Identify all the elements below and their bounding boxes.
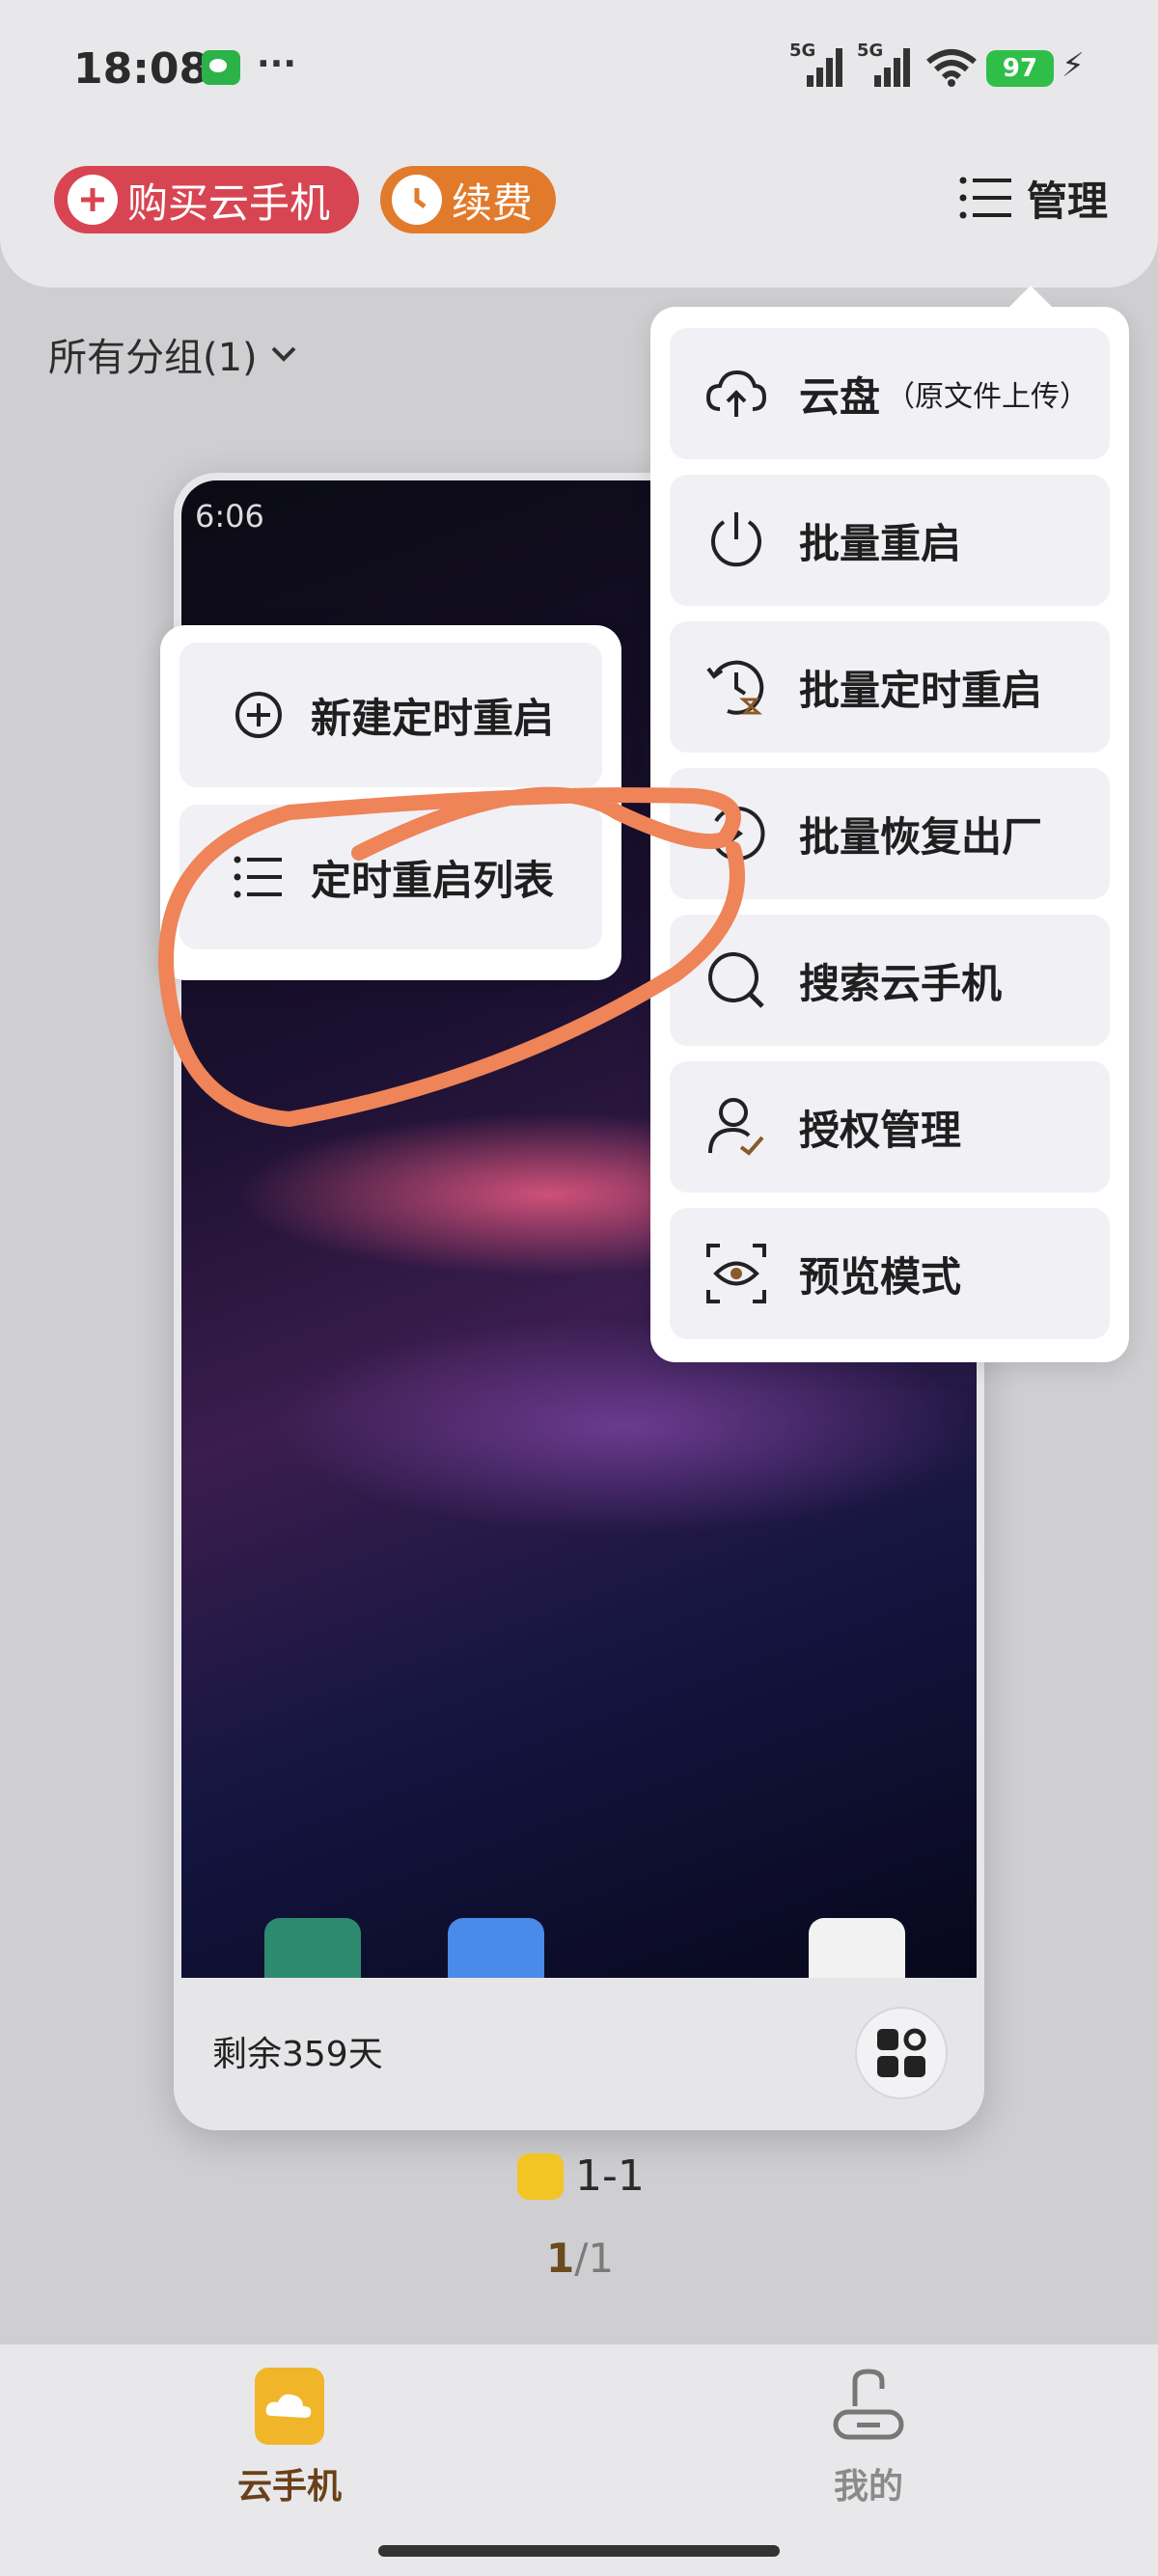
manage-dropdown: 云盘 （原文件上传） 批量重启 批量定时重启 批量恢复出厂 搜索云手机 授权管理… <box>650 286 1129 1362</box>
signal-icon: 5G <box>789 41 847 87</box>
page-indicator: 1/1 <box>546 2234 614 2282</box>
submenu-item-label: 新建定时重启 <box>311 694 555 742</box>
nav-cloud-phone[interactable]: 云手机 <box>193 2368 386 2508</box>
battery-indicator: 97 <box>986 50 1054 87</box>
signal-icon-2: 5G <box>857 41 915 87</box>
header: 18:08 ··· 5G 5G 97 ⚡ 购买云手机 续费 管理 <box>0 0 1158 288</box>
menu-item-label: 搜索云手机 <box>799 959 1003 1007</box>
menu-item-search-cloud-phone[interactable]: 搜索云手机 <box>670 915 1110 1046</box>
plus-circle-icon <box>235 692 282 738</box>
page-current: 1 <box>546 2234 575 2282</box>
device-name: 1-1 <box>517 2151 645 2201</box>
more-notifications-icon: ··· <box>257 44 297 84</box>
new-timed-restart-item[interactable]: 新建定时重启 <box>179 643 602 787</box>
page-total: /1 <box>574 2234 615 2282</box>
timer-restart-icon <box>706 660 764 715</box>
remaining-days: 剩余359天 <box>212 2035 383 2074</box>
profile-icon <box>830 2368 907 2445</box>
menu-item-label: 授权管理 <box>799 1106 962 1154</box>
timed-restart-list-item[interactable]: 定时重启列表 <box>179 805 602 949</box>
screen-time: 6:06 <box>195 498 264 534</box>
wechat-notification-icon <box>202 50 240 85</box>
bottom-nav: 云手机 我的 <box>0 2344 1158 2576</box>
factory-reset-icon <box>714 807 765 861</box>
grid-settings-icon <box>877 2028 926 2077</box>
eye-scan-icon <box>706 1244 766 1303</box>
menu-item-authorization[interactable]: 授权管理 <box>670 1061 1110 1192</box>
files-app-icon <box>448 1918 544 1978</box>
plus-circle-icon <box>68 175 118 225</box>
cloud-phone-icon <box>255 2368 324 2445</box>
manage-label: 管理 <box>1027 177 1109 225</box>
device-tier-icon <box>517 2152 564 2200</box>
menu-item-label: 预览模式 <box>799 1252 962 1301</box>
user-check-icon <box>708 1098 764 1156</box>
search-icon <box>708 952 764 1008</box>
menu-item-batch-factory-reset[interactable]: 批量恢复出厂 <box>670 768 1110 899</box>
chrome-app-icon <box>809 1918 905 1978</box>
group-selector[interactable]: 所有分组(1) <box>48 326 298 382</box>
timed-restart-submenu: 新建定时重启 定时重启列表 <box>160 625 621 980</box>
menu-item-sublabel: （原文件上传） <box>886 380 1089 414</box>
menu-item-label: 批量定时重启 <box>799 666 1043 714</box>
nav-mine-label: 我的 <box>833 2467 903 2507</box>
buy-label: 购买云手机 <box>127 178 331 227</box>
menu-item-batch-timed-restart[interactable]: 批量定时重启 <box>670 621 1110 753</box>
menu-item-label: 批量重启 <box>799 519 962 567</box>
nav-cloud-phone-label: 云手机 <box>236 2467 342 2507</box>
clock-icon <box>392 175 442 225</box>
menu-item-label: 云盘 <box>799 372 881 421</box>
submenu-item-label: 定时重启列表 <box>311 856 555 904</box>
nav-mine[interactable]: 我的 <box>772 2368 965 2508</box>
menu-item-label: 批量恢复出厂 <box>799 812 1043 861</box>
settings-app-icon <box>264 1918 361 1978</box>
menu-item-batch-restart[interactable]: 批量重启 <box>670 475 1110 606</box>
cloud-upload-icon <box>705 370 767 417</box>
menu-list-icon <box>959 177 1011 219</box>
charging-icon: ⚡ <box>1062 46 1085 85</box>
renew-label: 续费 <box>452 178 534 227</box>
group-label: 所有分组(1) <box>48 336 258 380</box>
list-icon <box>234 856 282 898</box>
buy-cloud-phone-button[interactable]: 购买云手机 <box>54 166 359 233</box>
manage-button[interactable]: 管理 <box>959 164 1108 232</box>
chevron-down-icon <box>271 346 296 362</box>
home-indicator <box>378 2545 780 2557</box>
status-time: 18:08 <box>73 44 209 94</box>
apps-grid-button[interactable] <box>855 2007 948 2099</box>
menu-item-cloud-disk[interactable]: 云盘 （原文件上传） <box>670 328 1110 459</box>
power-icon <box>711 512 761 567</box>
menu-item-preview-mode[interactable]: 预览模式 <box>670 1208 1110 1339</box>
wifi-icon <box>926 49 977 87</box>
renew-button[interactable]: 续费 <box>380 166 556 233</box>
device-name-label: 1-1 <box>575 2151 645 2201</box>
